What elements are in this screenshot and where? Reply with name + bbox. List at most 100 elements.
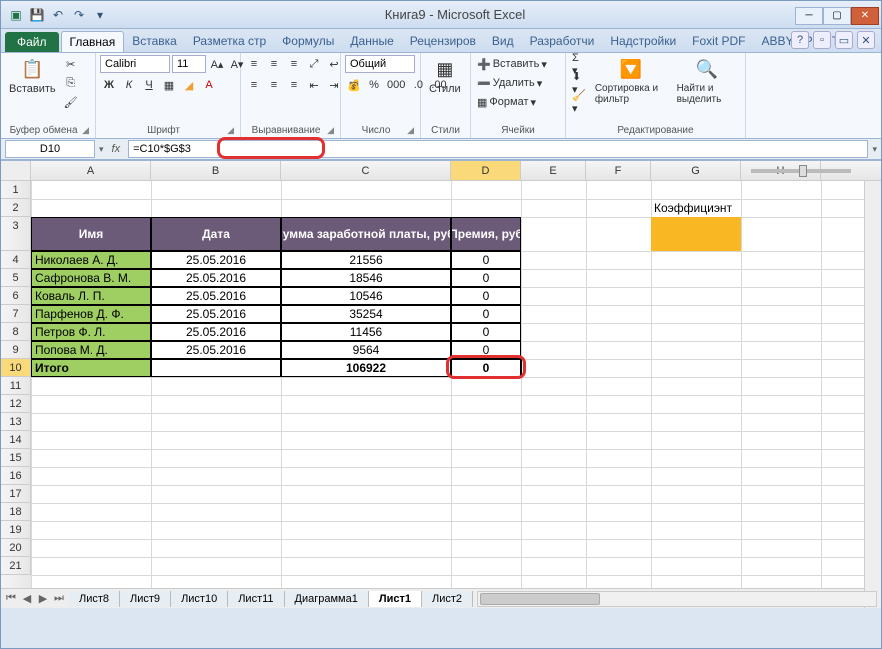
formula-input[interactable]: =C10*$G$3 [128,140,868,158]
ribbon-tab[interactable]: Рецензиров [402,31,484,52]
cell[interactable]: 0 [451,287,521,305]
sort-filter-button[interactable]: 🔽 Сортировка и фильтр [591,55,671,107]
sheet-first-icon[interactable]: ⏮ [3,591,19,607]
cell[interactable]: Петров Ф. Л. [31,323,151,341]
cells-area[interactable]: КоэффициэнтИмяДатаСумма заработной платы… [31,181,881,588]
cell[interactable]: Коваль Л. П. [31,287,151,305]
cell[interactable]: Николаев А. Д. [31,251,151,269]
align-dialog-icon[interactable]: ◢ [327,125,334,136]
clear-icon[interactable]: 🧹 ▾ [570,93,589,111]
delete-cell-button[interactable]: ➖ Удалить ▾ [475,74,565,92]
cell[interactable] [651,217,741,251]
cut-icon[interactable]: ✂ [62,55,80,73]
cell[interactable]: 21556 [281,251,451,269]
orientation-icon[interactable]: ⤢ [305,55,323,73]
cell[interactable]: 25.05.2016 [151,269,281,287]
row-header[interactable]: 19 [1,521,31,539]
ribbon-tab[interactable]: Вид [484,31,522,52]
cell[interactable]: 0 [451,323,521,341]
cell[interactable]: Имя [31,217,151,251]
align-bottom-icon[interactable]: ≡ [285,55,303,73]
row-header[interactable]: 7 [1,305,31,323]
align-top-icon[interactable]: ≡ [245,55,263,73]
restore-icon[interactable]: ▭ [835,31,853,49]
align-left-icon[interactable]: ≡ [245,76,263,94]
row-header[interactable]: 9 [1,341,31,359]
row-header[interactable]: 11 [1,377,31,395]
redo-icon[interactable]: ↷ [70,6,88,24]
find-select-button[interactable]: 🔍 Найти и выделить [673,55,741,107]
row-header[interactable]: 3 [1,217,31,251]
row-header[interactable]: 18 [1,503,31,521]
cell[interactable]: 25.05.2016 [151,305,281,323]
vertical-scrollbar[interactable] [864,181,881,588]
row-header[interactable]: 20 [1,539,31,557]
doc-close-icon[interactable]: ✕ [857,31,875,49]
row-header[interactable]: 5 [1,269,31,287]
sheet-tab[interactable]: Диаграмма1 [285,591,369,607]
ribbon-tab[interactable]: Вставка [124,31,185,52]
number-format-select[interactable]: Общий [345,55,415,73]
column-header[interactable]: D [451,161,521,180]
row-header[interactable]: 21 [1,557,31,575]
sheet-tab[interactable]: Лист9 [120,591,171,607]
row-header[interactable]: 17 [1,485,31,503]
row-header[interactable]: 8 [1,323,31,341]
row-header[interactable]: 6 [1,287,31,305]
sheet-tab[interactable]: Лист8 [69,591,120,607]
horizontal-scrollbar[interactable] [477,591,877,607]
min-ribbon-icon[interactable]: ▫ [813,31,831,49]
sheet-tab[interactable]: Лист1 [369,591,422,607]
ribbon-tab[interactable]: Данные [342,31,401,52]
sheet-tab[interactable]: Лист10 [171,591,228,607]
minimize-button[interactable]: ─ [795,7,823,25]
cell[interactable]: Премия, руб [451,217,521,251]
cell[interactable]: 0 [451,305,521,323]
row-header[interactable]: 4 [1,251,31,269]
column-header[interactable]: B [151,161,281,180]
save-icon[interactable]: 💾 [28,6,46,24]
close-button[interactable]: ✕ [851,7,879,25]
zoom-slider[interactable] [751,169,851,173]
insert-cell-button[interactable]: ➕ Вставить ▾ [475,55,565,73]
align-right-icon[interactable]: ≡ [285,76,303,94]
ribbon-tab[interactable]: Разметка стр [185,31,274,52]
formula-expand-icon[interactable]: ▾ [872,144,877,155]
cell[interactable]: Коэффициэнт [651,199,741,217]
column-header[interactable]: F [586,161,651,180]
column-header[interactable]: C [281,161,451,180]
row-header[interactable]: 16 [1,467,31,485]
format-cell-button[interactable]: ▦ Формат ▾ [475,93,565,111]
styles-button[interactable]: ▦ Стили [425,55,465,97]
border-icon[interactable]: ▦ [160,76,178,94]
italic-button[interactable]: К [120,76,138,94]
cell[interactable]: Парфенов Д. Ф. [31,305,151,323]
copy-icon[interactable]: ⎘ [62,74,80,92]
sheet-next-icon[interactable]: ▶ [35,591,51,607]
name-box-dropdown-icon[interactable]: ▾ [99,144,104,155]
column-header[interactable]: E [521,161,586,180]
column-header[interactable]: A [31,161,151,180]
cell[interactable]: Сафронова В. М. [31,269,151,287]
percent-icon[interactable]: % [365,76,383,94]
maximize-button[interactable]: ▢ [823,7,851,25]
cell[interactable]: Попова М. Д. [31,341,151,359]
row-header[interactable]: 1 [1,181,31,199]
help-icon[interactable]: ? [791,31,809,49]
underline-button[interactable]: Ч [140,76,158,94]
ribbon-tab[interactable]: Надстройки [602,31,684,52]
format-painter-icon[interactable]: 🖌 [62,93,80,111]
cell[interactable]: 0 [451,359,521,377]
cell[interactable] [151,359,281,377]
cell[interactable]: 0 [451,341,521,359]
cell[interactable]: Итого [31,359,151,377]
ribbon-tab[interactable]: Формулы [274,31,342,52]
ribbon-tab[interactable]: Главная [61,31,125,52]
sheet-last-icon[interactable]: ⏭ [51,591,67,607]
ribbon-tab[interactable]: Foxit PDF [684,31,753,52]
font-color-icon[interactable]: A [200,76,218,94]
align-center-icon[interactable]: ≡ [265,76,283,94]
font-dialog-icon[interactable]: ◢ [227,125,234,136]
cell[interactable]: 25.05.2016 [151,251,281,269]
row-header[interactable]: 13 [1,413,31,431]
